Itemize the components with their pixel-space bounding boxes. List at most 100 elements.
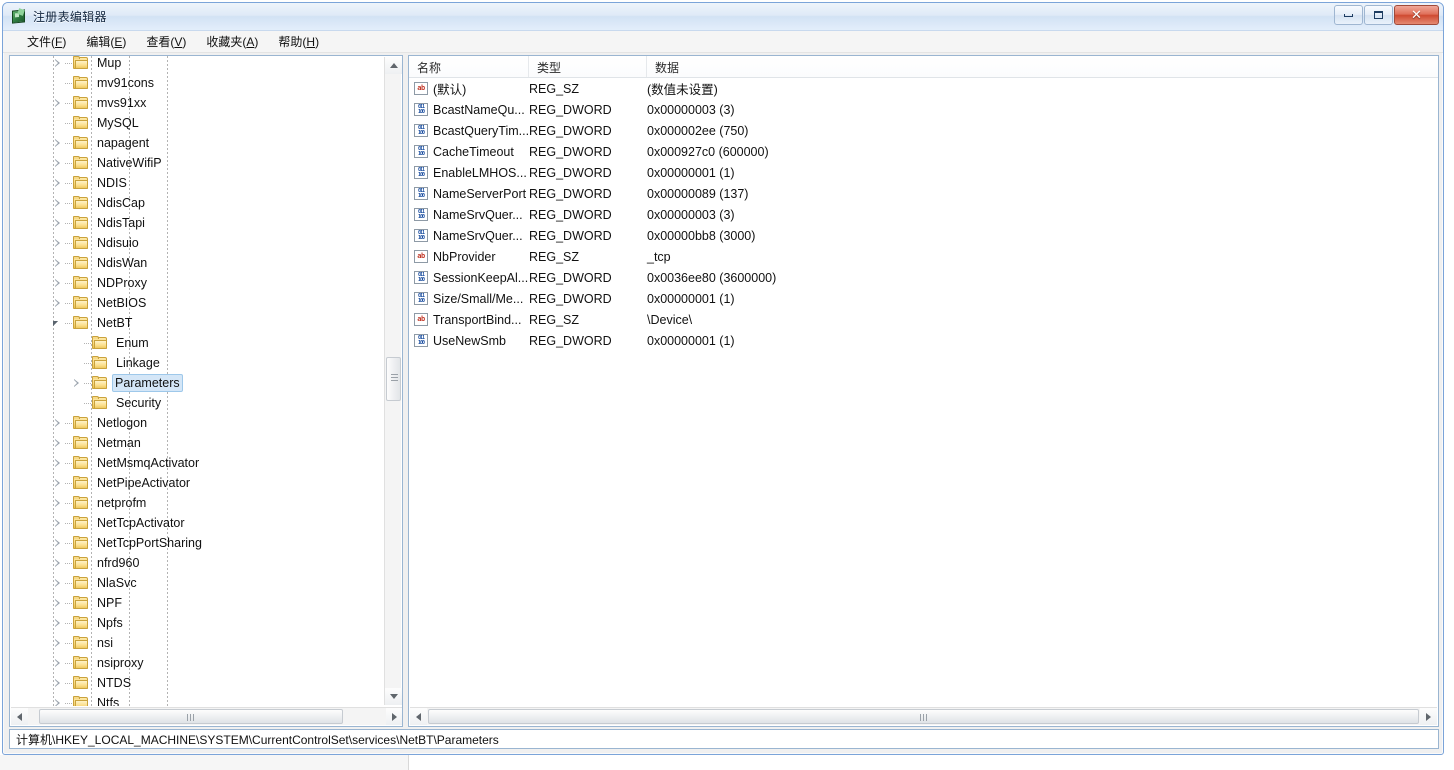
table-row[interactable]: 011 100 CacheTimeout REG_DWORD 0x000927c0 (6… <box>409 141 1438 162</box>
expand-arrow-icon[interactable] <box>52 598 63 609</box>
tree-item-ndiscap[interactable]: NdisCap <box>10 193 385 213</box>
tree-item-nettcpportsharing[interactable]: NetTcpPortSharing <box>10 533 385 553</box>
table-row[interactable]: 011 100 EnableLMHOS... REG_DWORD 0x00000001 … <box>409 162 1438 183</box>
expand-arrow-icon[interactable] <box>52 178 63 189</box>
tree-item-nsi[interactable]: nsi <box>10 633 385 653</box>
tree-item-nsiproxy[interactable]: nsiproxy <box>10 653 385 673</box>
tree-vertical-scrollbar[interactable] <box>384 57 402 705</box>
expand-arrow-icon[interactable] <box>52 258 63 269</box>
expand-arrow-icon[interactable] <box>52 58 63 69</box>
tree-item-nativewifip[interactable]: NativeWifiP <box>10 153 385 173</box>
expand-arrow-icon[interactable] <box>52 238 63 249</box>
menu-item-e[interactable]: 编辑(E) <box>76 31 136 52</box>
tree-item-netman[interactable]: Netman <box>10 433 385 453</box>
tree-item-nlasvc[interactable]: NlaSvc <box>10 573 385 593</box>
expand-arrow-icon[interactable] <box>52 678 63 689</box>
registry-values-pane[interactable]: 名称 类型 数据 ab (默认) REG_SZ (数值未设置) 011 100 BcastNam… <box>408 55 1439 727</box>
menu-item-a[interactable]: 收藏夹(A) <box>196 31 268 52</box>
expand-arrow-icon[interactable] <box>52 458 63 469</box>
expand-arrow-icon[interactable] <box>52 198 63 209</box>
tree-item-mvs91xx[interactable]: mvs91xx <box>10 93 385 113</box>
table-row[interactable]: 011 100 UseNewSmb REG_DWORD 0x00000001 (1) <box>409 330 1438 351</box>
table-row[interactable]: 011 100 BcastNameQu... REG_DWORD 0x00000003 … <box>409 99 1438 120</box>
table-row[interactable]: 011 100 Size/Small/Me... REG_DWORD 0x0000000… <box>409 288 1438 309</box>
tree-item-ndiswan[interactable]: NdisWan <box>10 253 385 273</box>
expand-arrow-icon[interactable] <box>52 578 63 589</box>
tree-item-security[interactable]: Security <box>10 393 385 413</box>
registry-tree-pane[interactable]: Mup mv91cons mvs91xx MySQL napagent NativeWif… <box>9 55 403 727</box>
expand-arrow-icon[interactable] <box>52 138 63 149</box>
tree-item-npfs[interactable]: Npfs <box>10 613 385 633</box>
tree-item-mup[interactable]: Mup <box>10 56 385 73</box>
tree-vscroll-thumb[interactable] <box>386 357 401 401</box>
tree-horizontal-scrollbar[interactable] <box>11 707 402 725</box>
table-row[interactable]: ab NbProvider REG_SZ _tcp <box>409 246 1438 267</box>
tree-item-netpipeactivator[interactable]: NetPipeActivator <box>10 473 385 493</box>
tree-item-ndistapi[interactable]: NdisTapi <box>10 213 385 233</box>
menu-item-v[interactable]: 查看(V) <box>136 31 196 52</box>
tree-item-linkage[interactable]: Linkage <box>10 353 385 373</box>
tree-item-enum[interactable]: Enum <box>10 333 385 353</box>
expand-arrow-icon[interactable] <box>52 418 63 429</box>
table-row[interactable]: 011 100 NameSrvQuer... REG_DWORD 0x00000003 … <box>409 204 1438 225</box>
expand-arrow-icon[interactable] <box>52 658 63 669</box>
list-hscroll-thumb[interactable] <box>428 709 1419 724</box>
expand-arrow-icon[interactable] <box>52 438 63 449</box>
expand-arrow-icon[interactable] <box>52 558 63 569</box>
expand-arrow-icon[interactable] <box>52 638 63 649</box>
minimize-button[interactable] <box>1334 5 1363 25</box>
table-row[interactable]: 011 100 NameSrvQuer... REG_DWORD 0x00000bb8 … <box>409 225 1438 246</box>
expand-arrow-icon[interactable] <box>52 518 63 529</box>
maximize-button[interactable] <box>1364 5 1393 25</box>
expand-arrow-icon[interactable] <box>52 278 63 289</box>
scroll-up-button[interactable] <box>385 57 402 74</box>
column-header-name[interactable]: 名称 <box>409 56 529 77</box>
tree-item-netmsmqactivator[interactable]: NetMsmqActivator <box>10 453 385 473</box>
expand-arrow-icon[interactable] <box>52 618 63 629</box>
tree-item-netbios[interactable]: NetBIOS <box>10 293 385 313</box>
tree-item-napagent[interactable]: napagent <box>10 133 385 153</box>
table-row[interactable]: ab TransportBind... REG_SZ \Device\ <box>409 309 1438 330</box>
tree-item-npf[interactable]: NPF <box>10 593 385 613</box>
scroll-left-button[interactable] <box>410 708 427 725</box>
expand-arrow-icon[interactable] <box>52 538 63 549</box>
tree-item-parameters[interactable]: Parameters <box>10 373 385 393</box>
table-row[interactable]: 011 100 BcastQueryTim... REG_DWORD 0x000002e… <box>409 120 1438 141</box>
tree-item-ndis[interactable]: NDIS <box>10 173 385 193</box>
expand-arrow-icon[interactable] <box>52 698 63 706</box>
tree-item-ndproxy[interactable]: NDProxy <box>10 273 385 293</box>
scroll-left-button[interactable] <box>11 708 28 725</box>
tree-item-mv91cons[interactable]: mv91cons <box>10 73 385 93</box>
scroll-right-button[interactable] <box>386 708 402 725</box>
tree-item-netprofm[interactable]: netprofm <box>10 493 385 513</box>
expand-arrow-icon[interactable] <box>52 478 63 489</box>
table-row[interactable]: ab (默认) REG_SZ (数值未设置) <box>409 78 1438 99</box>
scroll-down-button[interactable] <box>385 688 402 705</box>
tree-item-nfrd960[interactable]: nfrd960 <box>10 553 385 573</box>
expand-arrow-icon[interactable] <box>52 218 63 229</box>
tree-item-netlogon[interactable]: Netlogon <box>10 413 385 433</box>
tree-item-netbt[interactable]: NetBT <box>10 313 385 333</box>
tree-item-ntfs[interactable]: Ntfs <box>10 693 385 706</box>
tree-hscroll-thumb[interactable] <box>39 709 343 724</box>
list-horizontal-scrollbar[interactable] <box>410 707 1437 725</box>
tree-item-ntds[interactable]: NTDS <box>10 673 385 693</box>
expand-arrow-icon[interactable] <box>52 98 63 109</box>
table-row[interactable]: 011 100 SessionKeepAl... REG_DWORD 0x0036ee8… <box>409 267 1438 288</box>
scroll-right-button[interactable] <box>1420 708 1437 725</box>
tree-item-mysql[interactable]: MySQL <box>10 113 385 133</box>
close-button[interactable]: ✕ <box>1394 5 1439 25</box>
tree-item-ndisuio[interactable]: Ndisuio <box>10 233 385 253</box>
column-header-data[interactable]: 数据 <box>647 56 1438 77</box>
title-bar[interactable]: 注册表编辑器 ✕ <box>3 3 1443 31</box>
tree-item-nettcpactivator[interactable]: NetTcpActivator <box>10 513 385 533</box>
expand-arrow-icon[interactable] <box>52 158 63 169</box>
menu-item-h[interactable]: 帮助(H) <box>268 31 329 52</box>
menu-item-f[interactable]: 文件(F) <box>17 31 76 52</box>
table-row[interactable]: 011 100 NameServerPort REG_DWORD 0x00000089 … <box>409 183 1438 204</box>
expand-arrow-icon[interactable] <box>71 378 82 389</box>
column-header-type[interactable]: 类型 <box>529 56 647 77</box>
collapse-arrow-icon[interactable] <box>52 318 63 329</box>
expand-arrow-icon[interactable] <box>52 498 63 509</box>
expand-arrow-icon[interactable] <box>52 298 63 309</box>
